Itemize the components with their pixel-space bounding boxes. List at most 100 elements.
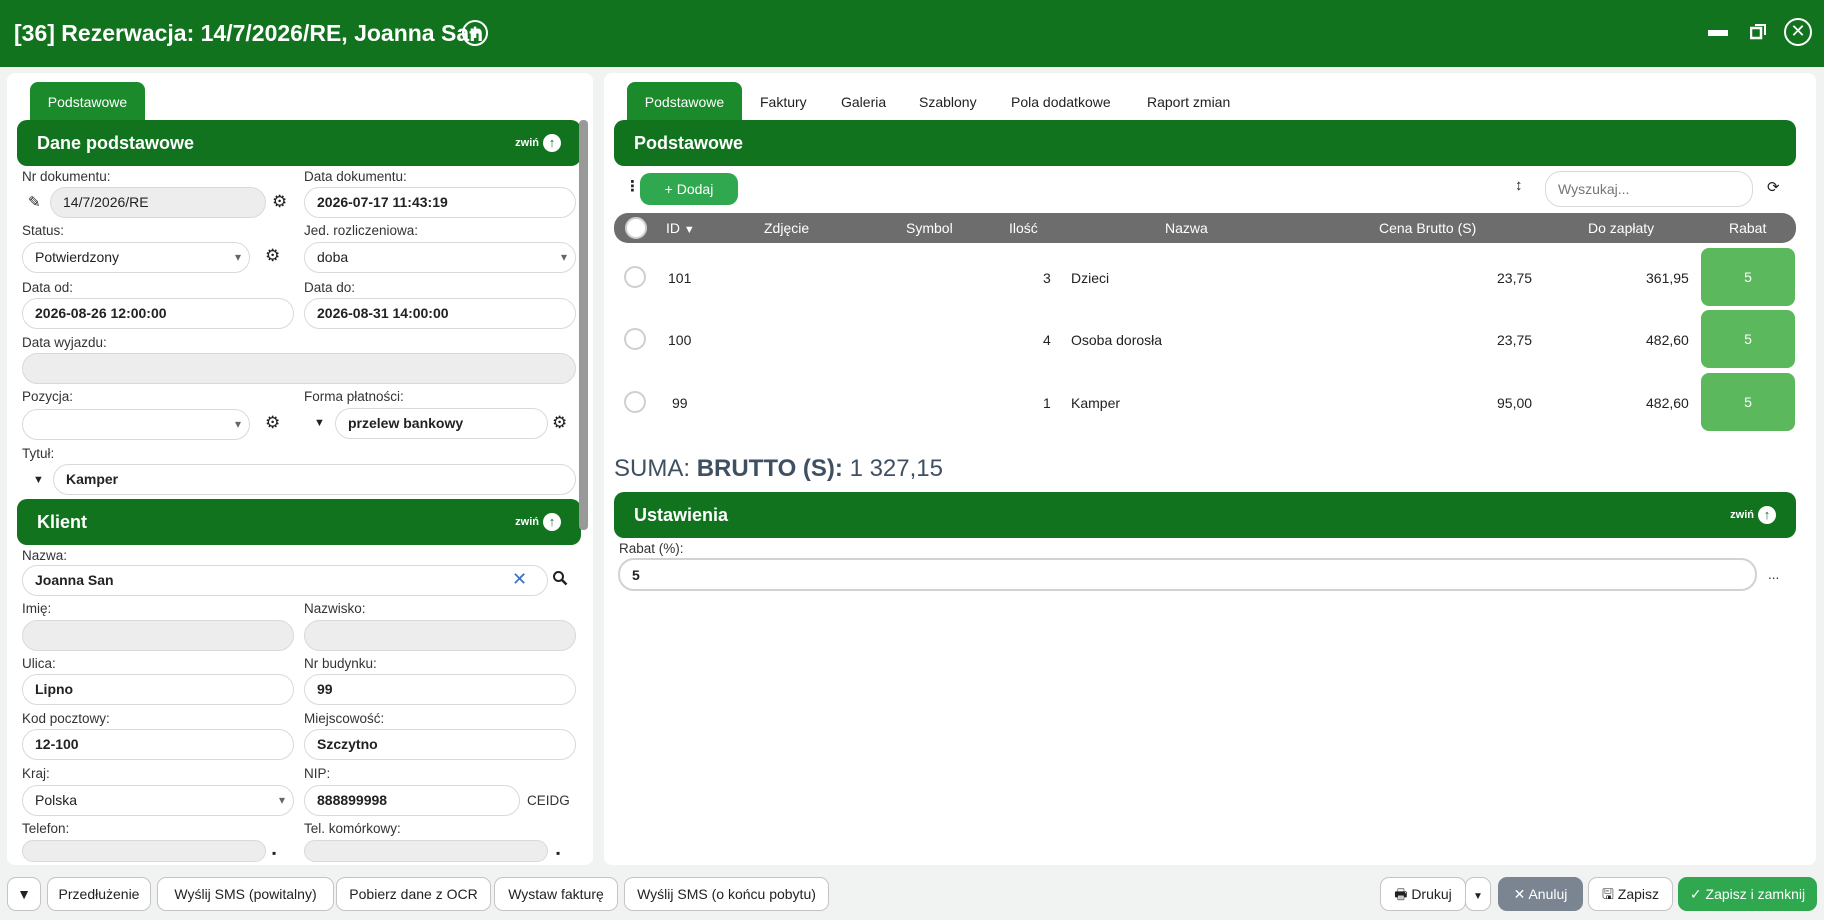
ulica-field[interactable]: Lipno xyxy=(22,674,294,705)
collapse-button[interactable]: zwiń ↑ xyxy=(515,513,561,531)
add-button[interactable]: + Dodaj xyxy=(640,173,738,205)
tytul-field[interactable]: Kamper xyxy=(53,464,576,495)
print-label: Drukuj xyxy=(1411,886,1452,902)
close-icon[interactable]: ✕ xyxy=(1784,18,1812,46)
gear-icon[interactable]: ⚙ xyxy=(265,413,280,433)
kraj-select[interactable]: Polska xyxy=(22,785,294,816)
section-ustawienia: Ustawienia zwiń ↑ xyxy=(614,492,1796,538)
more-vertical-icon[interactable]: ⋮ xyxy=(625,177,640,195)
tab-podstawowe-left[interactable]: Podstawowe xyxy=(30,82,145,122)
gear-icon[interactable]: ⚙ xyxy=(272,192,287,212)
cell-price: 95,00 xyxy=(1497,395,1533,411)
status-label: Status: xyxy=(22,223,65,238)
cell-qty: 3 xyxy=(1043,270,1051,286)
gear-icon[interactable]: ⚙ xyxy=(265,246,280,266)
tab-podstawowe[interactable]: Podstawowe xyxy=(627,82,742,122)
przedluzenie-button[interactable]: Przedłużenie xyxy=(47,877,151,911)
ocr-button[interactable]: Pobierz dane z OCR xyxy=(336,877,491,911)
cell-rabat[interactable]: 5 xyxy=(1701,248,1795,306)
search-input[interactable] xyxy=(1545,171,1753,207)
data-dokumentu-field[interactable]: 2026-07-17 11:43:19 xyxy=(304,187,576,218)
miejscowosc-label: Miejscowość: xyxy=(304,711,385,726)
collapse-button[interactable]: zwiń ↑ xyxy=(515,134,561,152)
col-symbol[interactable]: Symbol xyxy=(906,220,953,236)
imie-field[interactable] xyxy=(22,620,294,651)
phone-icon[interactable]: ▪ xyxy=(556,846,560,860)
row-radio[interactable] xyxy=(624,266,646,288)
restore-icon[interactable] xyxy=(1744,18,1772,46)
sms-welcome-button[interactable]: Wyślij SMS (powitalny) xyxy=(157,877,334,911)
data-do-field[interactable]: 2026-08-31 14:00:00 xyxy=(304,298,576,329)
minimize-icon[interactable]: ▬ xyxy=(1704,18,1732,46)
row-radio[interactable] xyxy=(624,391,646,413)
clear-icon[interactable]: ✕ xyxy=(512,569,527,590)
select-all-radio[interactable] xyxy=(625,217,647,239)
nip-field[interactable]: 888899998 xyxy=(304,785,520,816)
tab-galeria[interactable]: Galeria xyxy=(841,82,886,122)
jed-rozliczeniowa-select[interactable]: doba xyxy=(304,242,576,273)
cell-rabat[interactable]: 5 xyxy=(1701,373,1795,431)
caret-down-icon: ▼ xyxy=(17,886,31,902)
save-label: Zapisz xyxy=(1617,886,1660,902)
col-nazwa[interactable]: Nazwa xyxy=(1165,220,1208,236)
dropdown-button[interactable]: ▼ xyxy=(7,877,41,911)
telefon-field[interactable] xyxy=(22,840,266,862)
pencil-icon[interactable]: ✎ xyxy=(28,193,41,211)
col-cena-brutto[interactable]: Cena Brutto (S) xyxy=(1379,220,1476,236)
plus-circle-icon[interactable]: + xyxy=(462,20,488,46)
check-icon: ✓ xyxy=(1689,886,1702,902)
sum-line: SUMA: BRUTTO (S): 1 327,15 xyxy=(614,455,943,483)
title-bar: [36] Rezerwacja: 14/7/2026/RE, Joanna Sa… xyxy=(0,0,1824,67)
ceidg-button[interactable]: CEIDG xyxy=(527,793,570,808)
col-rabat[interactable]: Rabat xyxy=(1729,220,1766,236)
cell-qty: 1 xyxy=(1043,395,1051,411)
nazwa-field[interactable]: Joanna San xyxy=(22,565,548,596)
col-zdjecie[interactable]: Zdjęcie xyxy=(764,220,809,236)
rabat-field[interactable]: 5 xyxy=(618,558,1757,591)
col-do-zaplaty[interactable]: Do zapłaty xyxy=(1588,220,1654,236)
more-button[interactable]: ... xyxy=(1768,567,1779,582)
cell-qty: 4 xyxy=(1043,332,1051,348)
col-id[interactable]: ID ▼ xyxy=(666,220,695,236)
col-ilosc[interactable]: Ilość xyxy=(1009,220,1038,236)
caret-down-icon[interactable]: ▼ xyxy=(314,417,325,429)
phone-icon[interactable]: ▪ xyxy=(272,846,276,860)
caret-down-icon[interactable]: ▼ xyxy=(33,474,44,486)
cell-rabat[interactable]: 5 xyxy=(1701,310,1795,368)
pozycja-select[interactable] xyxy=(22,409,250,440)
invoice-button[interactable]: Wystaw fakturę xyxy=(494,877,618,911)
data-od-field[interactable]: 2026-08-26 12:00:00 xyxy=(22,298,294,329)
status-select[interactable]: Potwierdzony xyxy=(22,242,250,273)
left-scrollbar[interactable] xyxy=(579,120,588,530)
print-dropdown-button[interactable]: ▼ xyxy=(1465,877,1491,911)
section-title: Dane podstawowe xyxy=(37,133,195,153)
tel-komorkowy-field[interactable] xyxy=(304,840,548,862)
resize-vertical-icon[interactable]: ↕ xyxy=(1515,177,1523,194)
kod-pocztowy-label: Kod pocztowy: xyxy=(22,711,110,726)
collapse-button[interactable]: zwiń ↑ xyxy=(1730,506,1776,524)
sms-end-button[interactable]: Wyślij SMS (o końcu pobytu) xyxy=(624,877,829,911)
search-icon[interactable] xyxy=(552,570,568,590)
nazwisko-field[interactable] xyxy=(304,620,576,651)
tab-faktury[interactable]: Faktury xyxy=(760,82,807,122)
nr-dokumentu-label: Nr dokumentu: xyxy=(22,169,111,184)
cancel-button[interactable]: ✕ Anuluj xyxy=(1498,877,1583,911)
nr-budynku-field[interactable]: 99 xyxy=(304,674,576,705)
miejscowosc-field[interactable]: Szczytno xyxy=(304,729,576,760)
data-wyjazdu-field[interactable] xyxy=(22,353,576,384)
forma-platnosci-field[interactable]: przelew bankowy xyxy=(335,408,548,439)
tab-raport-zmian[interactable]: Raport zmian xyxy=(1147,82,1230,122)
refresh-icon[interactable]: ⟳ xyxy=(1767,178,1780,196)
tab-szablony[interactable]: Szablony xyxy=(919,82,977,122)
window-title: [36] Rezerwacja: 14/7/2026/RE, Joanna Sa… xyxy=(14,20,484,46)
save-button[interactable]: 🖫 Zapisz xyxy=(1588,877,1673,911)
arrow-up-icon: ↑ xyxy=(543,513,561,531)
gear-icon[interactable]: ⚙ xyxy=(552,413,567,433)
sum-label: BRUTTO (S): xyxy=(696,455,843,482)
tab-pola-dodatkowe[interactable]: Pola dodatkowe xyxy=(1011,82,1111,122)
row-radio[interactable] xyxy=(624,328,646,350)
print-button[interactable]: 🖶 Drukuj xyxy=(1380,877,1466,911)
nr-dokumentu-field[interactable]: 14/7/2026/RE xyxy=(50,187,266,218)
save-close-button[interactable]: ✓ Zapisz i zamknij xyxy=(1678,877,1817,911)
kod-pocztowy-field[interactable]: 12-100 xyxy=(22,729,294,760)
